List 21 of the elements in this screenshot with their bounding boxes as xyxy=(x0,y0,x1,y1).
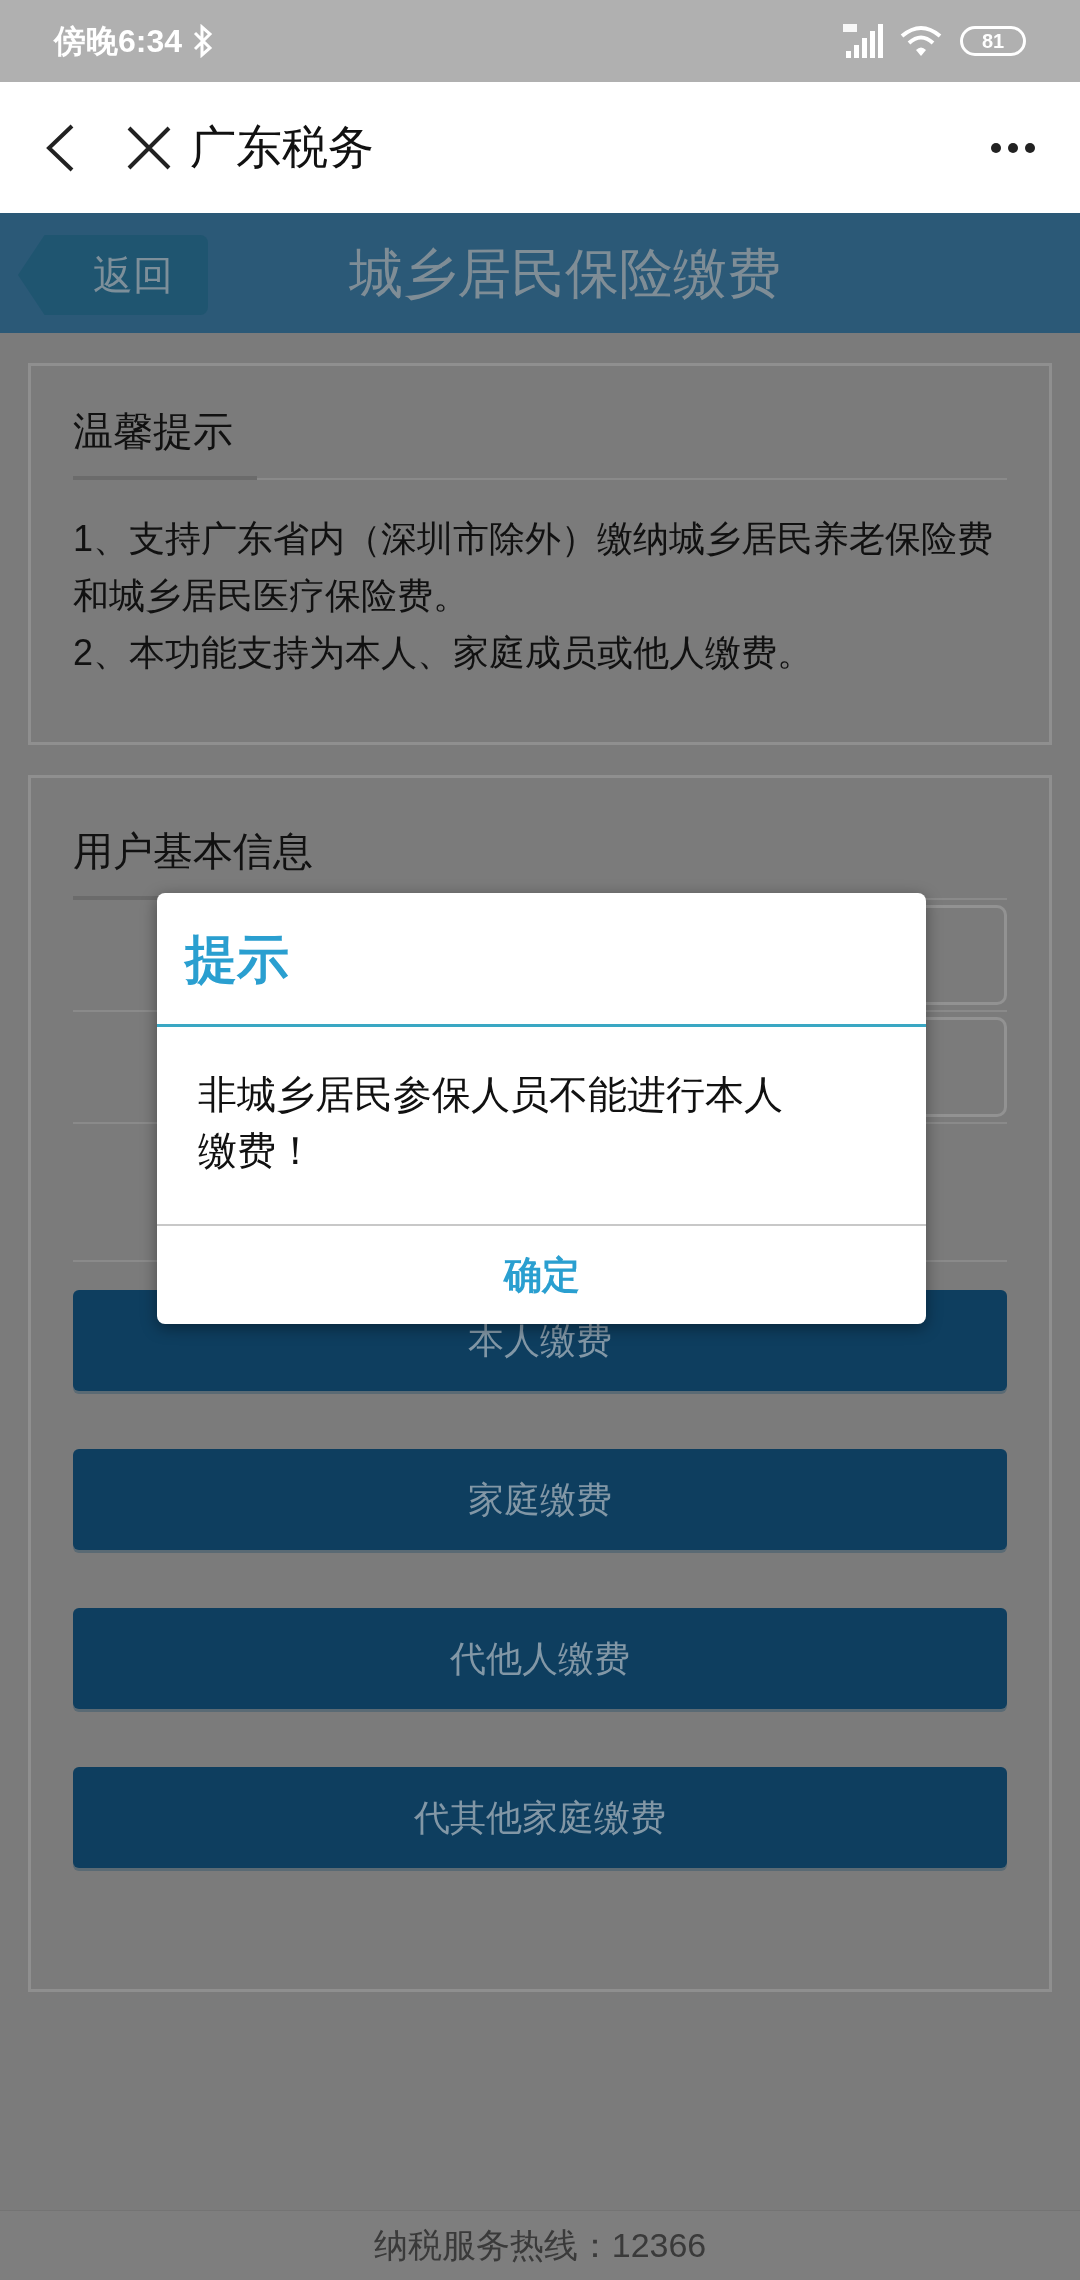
notice-text: 1、支持广东省内（深圳市除外）缴纳城乡居民养老保险费和城乡居民医疗保险费。 xyxy=(73,517,995,618)
close-icon[interactable] xyxy=(126,124,172,171)
more-icon[interactable] xyxy=(990,141,1036,154)
header-title: 城乡居民保险缴费 xyxy=(349,241,781,305)
dialog-message: 非城乡居民参保人员不能进行本人缴费！ xyxy=(198,1072,784,1174)
bluetooth-icon xyxy=(192,24,215,58)
payment-button[interactable]: 家庭缴费 xyxy=(73,1449,1007,1550)
wifi-icon xyxy=(900,25,942,57)
payment-button[interactable]: 代他人缴费 xyxy=(73,1608,1007,1709)
back-button[interactable]: 返回 xyxy=(18,235,208,315)
section-title: 用户基本信息 xyxy=(73,828,314,875)
status-time: 傍晚6:34 xyxy=(54,22,183,61)
hotline-text: 纳税服务热线：12366 xyxy=(373,2225,707,2266)
payment-button[interactable]: 代其他家庭缴费 xyxy=(73,1767,1007,1868)
section-title: 温馨提示 xyxy=(73,408,234,455)
notice-text: 2、本功能支持为本人、家庭成员或他人缴费。 xyxy=(73,631,815,675)
signal-icon xyxy=(842,23,886,59)
dialog-title: 提示 xyxy=(185,928,289,990)
page-title: 广东税务 xyxy=(190,120,374,175)
battery-icon: 81 xyxy=(960,26,1026,56)
back-icon[interactable] xyxy=(44,122,76,173)
